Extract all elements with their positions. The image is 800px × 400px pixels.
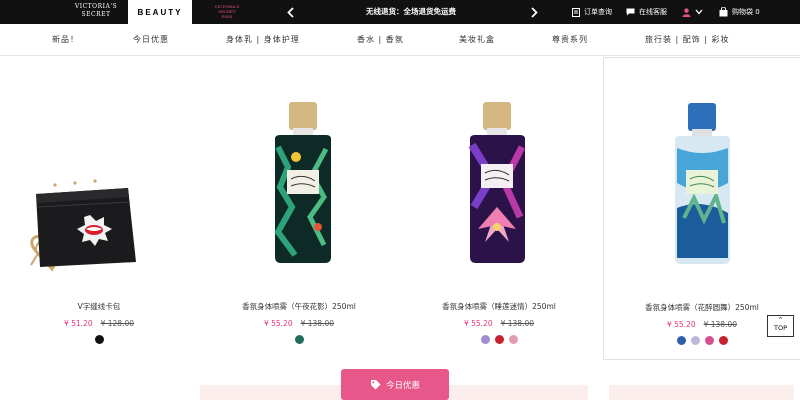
nav-gift-sets[interactable]: 美妆礼盒 — [459, 24, 495, 56]
today-deals-button[interactable]: 今日优惠 — [341, 369, 449, 400]
today-deals-label: 今日优惠 — [385, 380, 420, 391]
color-swatch[interactable] — [294, 335, 304, 344]
product-card[interactable]: 香氛身体喷雾（睡莲迷情）250ml ¥ 55.20 ¥ 138.00 — [400, 57, 598, 360]
shopping-bag-icon — [719, 7, 728, 17]
product-image[interactable] — [604, 58, 800, 298]
original-price: ¥ 138.00 — [703, 320, 738, 329]
online-service-link[interactable]: 在线客服 — [626, 0, 667, 24]
product-card[interactable]: 香氛身体喷雾（午夜花影）250ml ¥ 55.20 ¥ 138.00 — [200, 57, 398, 360]
product-name[interactable]: 香氛身体喷雾（午夜花影）250ml — [200, 301, 398, 312]
color-swatch[interactable] — [704, 336, 714, 345]
tag-icon — [370, 380, 381, 390]
shopping-bag-link[interactable]: 购物袋 0 — [719, 0, 760, 24]
sale-price: ¥ 55.20 — [666, 320, 696, 329]
chevron-down-icon — [695, 9, 703, 15]
nav-new[interactable]: 新品！ — [52, 24, 79, 56]
promo-strip — [609, 385, 794, 400]
order-icon — [572, 7, 580, 17]
product-price: ¥ 55.20 ¥ 138.00 — [200, 319, 398, 328]
nav-luxury-collection[interactable]: 尊贵系列 — [552, 24, 588, 56]
color-swatches — [604, 336, 800, 345]
nav-today-deals[interactable]: 今日优惠 — [133, 24, 169, 56]
pink-logo[interactable]: VICTORIA'S SECRET PINK — [212, 4, 242, 20]
nav-fragrance[interactable]: 香水 | 香氛 — [357, 24, 404, 56]
promo-prev-arrow-icon[interactable] — [283, 3, 297, 21]
original-price: ¥ 138.00 — [500, 319, 535, 328]
top-bar: VICTORIA'S SECRET BEAUTY VICTORIA'S SECRET… — [0, 0, 800, 24]
back-to-top-label: TOP — [773, 324, 787, 332]
product-card[interactable]: V字缝线卡包 ¥ 51.20 ¥ 128.00 — [0, 57, 198, 360]
color-swatch[interactable] — [494, 335, 504, 344]
victorias-secret-logo[interactable]: VICTORIA'S SECRET — [66, 3, 126, 22]
product-image[interactable] — [0, 57, 198, 297]
account-menu[interactable] — [682, 0, 707, 24]
product-price: ¥ 51.20 ¥ 128.00 — [0, 319, 198, 328]
sale-price: ¥ 51.20 — [63, 319, 93, 328]
original-price: ¥ 138.00 — [300, 319, 335, 328]
product-price: ¥ 55.20 ¥ 138.00 — [400, 319, 598, 328]
color-swatch[interactable] — [94, 335, 104, 344]
original-price: ¥ 128.00 — [100, 319, 135, 328]
color-swatches — [0, 335, 198, 344]
color-swatch[interactable] — [676, 336, 686, 345]
order-lookup-label: 订单查询 — [584, 8, 612, 16]
promo-banner-text[interactable]: 无线退货：全场退货免运费 — [305, 0, 517, 24]
color-swatch[interactable] — [508, 335, 518, 344]
user-icon — [682, 7, 691, 17]
product-name[interactable]: 香氛身体喷雾（花醉圆舞）250ml — [604, 302, 800, 313]
nav-body-care[interactable]: 身体乳 | 身体护理 — [226, 24, 300, 56]
promo-next-arrow-icon[interactable] — [527, 3, 541, 21]
online-service-label: 在线客服 — [639, 8, 667, 16]
color-swatch[interactable] — [690, 336, 700, 345]
nav-travel-accessories-makeup[interactable]: 旅行装 | 配饰 | 彩妆 — [645, 24, 730, 56]
product-image[interactable] — [200, 57, 398, 297]
color-swatch[interactable] — [480, 335, 490, 344]
sale-price: ¥ 55.20 — [463, 319, 493, 328]
color-swatches — [400, 335, 598, 344]
color-swatches — [200, 335, 398, 344]
back-to-top-button[interactable]: ⌃ TOP — [767, 315, 794, 337]
category-nav: 新品！ 今日优惠 身体乳 | 身体护理 香水 | 香氛 美妆礼盒 尊贵系列 旅行… — [0, 24, 800, 56]
sale-price: ¥ 55.20 — [263, 319, 293, 328]
product-grid: V字缝线卡包 ¥ 51.20¥ 128.00 香氛身体喷雾（午夜花影）250m — [0, 57, 800, 367]
order-lookup-link[interactable]: 订单查询 — [572, 0, 612, 24]
shopping-bag-label: 购物袋 0 — [732, 8, 760, 16]
product-image[interactable] — [400, 57, 598, 297]
product-name[interactable]: V字缝线卡包 — [0, 301, 198, 312]
color-swatch[interactable] — [718, 336, 728, 345]
chat-icon — [626, 8, 635, 16]
beauty-tab[interactable]: BEAUTY — [128, 0, 192, 24]
product-name[interactable]: 香氛身体喷雾（睡莲迷情）250ml — [400, 301, 598, 312]
chevron-up-icon: ⌃ — [777, 316, 784, 324]
